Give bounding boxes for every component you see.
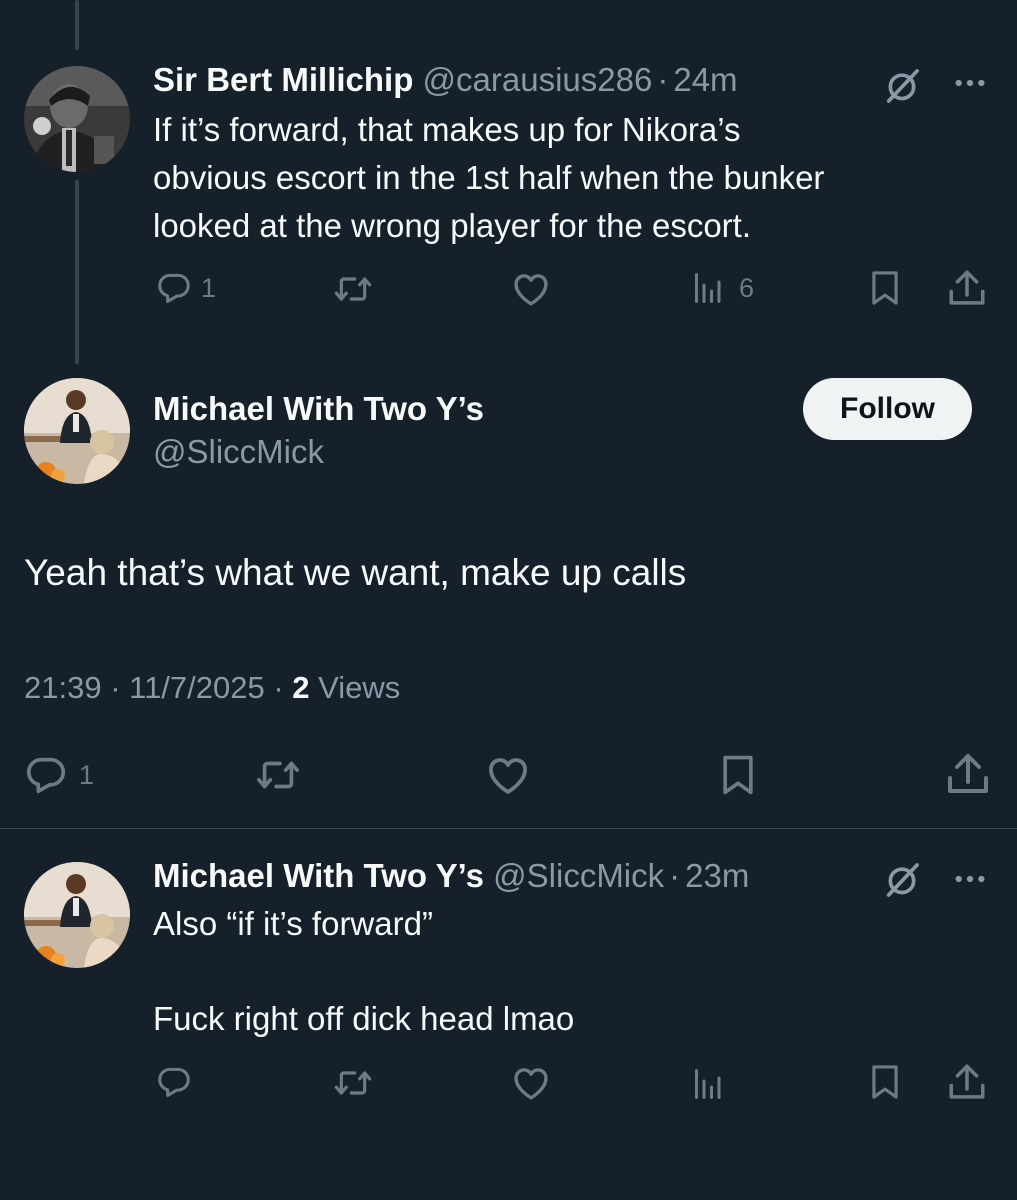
bookmark-button[interactable] <box>716 751 760 799</box>
repost-button[interactable] <box>333 269 373 309</box>
repost-icon <box>333 269 373 309</box>
views-button[interactable]: 6 <box>689 270 754 306</box>
more-icon[interactable] <box>953 66 987 100</box>
repost-icon <box>254 752 302 798</box>
reply-button[interactable]: 1 <box>23 752 94 798</box>
thread-line-middle <box>75 180 79 364</box>
tweet-text-line: obvious escort in the 1st half when the … <box>153 159 825 196</box>
like-icon <box>483 751 533 799</box>
views-icon <box>689 270 725 306</box>
display-name[interactable]: Michael With Two Y’s <box>153 857 484 894</box>
views-button[interactable] <box>689 1066 725 1102</box>
reply-button[interactable] <box>155 1063 193 1101</box>
reply-icon <box>23 752 69 798</box>
tweet-text-line: Also “if it’s forward” <box>153 905 433 942</box>
separator-dot: · <box>657 61 669 98</box>
handle[interactable]: @carausius286 <box>423 61 653 98</box>
follow-button[interactable]: Follow <box>803 378 972 440</box>
avatar[interactable] <box>24 66 130 172</box>
thread-line-top <box>75 0 79 50</box>
like-icon <box>510 1062 552 1104</box>
share-button[interactable] <box>944 750 992 798</box>
timestamp[interactable]: 21:39 · 11/7/2025 · <box>24 670 292 705</box>
avatar[interactable] <box>24 378 130 484</box>
more-icon[interactable] <box>953 862 987 896</box>
avatar[interactable] <box>24 862 130 968</box>
display-name[interactable]: Sir Bert Millichip <box>153 61 413 98</box>
bookmark-icon <box>866 268 904 308</box>
share-button[interactable] <box>946 1061 988 1103</box>
display-name[interactable]: Michael With Two Y’s <box>153 390 484 428</box>
reply-icon <box>155 1063 193 1101</box>
share-icon <box>944 750 992 798</box>
tweet-text: If it’s forward, that makes up for Nikor… <box>153 106 983 250</box>
tweet-text: Yeah that’s what we want, make up calls <box>24 552 687 593</box>
repost-icon <box>333 1063 373 1103</box>
reply-count: 1 <box>201 272 217 303</box>
repost-button[interactable] <box>333 1063 373 1103</box>
reply-button[interactable]: 1 <box>155 269 216 307</box>
views-icon <box>689 1066 725 1102</box>
share-button[interactable] <box>946 267 988 309</box>
repost-button[interactable] <box>254 752 302 798</box>
bookmark-button[interactable] <box>866 1062 904 1102</box>
view-count: 6 <box>739 272 755 303</box>
like-button[interactable] <box>510 1062 552 1104</box>
like-icon <box>510 268 552 310</box>
timestamp[interactable]: 23m <box>685 857 749 894</box>
bookmark-icon <box>716 751 760 799</box>
like-button[interactable] <box>510 268 552 310</box>
like-button[interactable] <box>483 751 533 799</box>
share-icon <box>946 1061 988 1103</box>
tweet-text-line: Fuck right off dick head lmao <box>153 1000 575 1037</box>
separator-dot: · <box>669 857 681 894</box>
grok-icon[interactable] <box>882 66 922 106</box>
grok-icon[interactable] <box>882 860 922 900</box>
views-label: Views <box>309 670 401 705</box>
views-count: 2 <box>292 670 310 705</box>
handle[interactable]: @SliccMick <box>153 433 324 471</box>
tweet-meta: 21:39 · 11/7/2025 · 2 Views <box>24 670 400 706</box>
timestamp[interactable]: 24m <box>673 61 737 98</box>
handle[interactable]: @SliccMick <box>493 857 664 894</box>
bookmark-icon <box>866 1062 904 1102</box>
reply-icon <box>155 269 193 307</box>
divider <box>0 828 1017 829</box>
tweet-text-line: looked at the wrong player for the escor… <box>153 207 751 244</box>
reply-count: 1 <box>79 759 95 790</box>
tweet-text-line: If it’s forward, that makes up for Nikor… <box>153 111 741 148</box>
bookmark-button[interactable] <box>866 268 904 308</box>
share-icon <box>946 267 988 309</box>
